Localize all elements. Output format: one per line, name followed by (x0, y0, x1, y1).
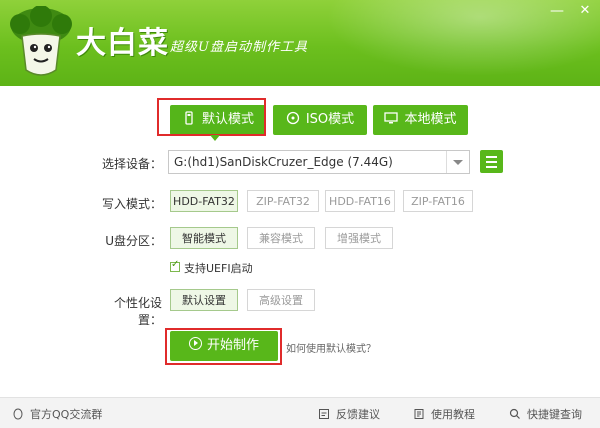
brand-slogan: 超级U盘启动制作工具 (170, 40, 308, 55)
help-default-mode-link[interactable]: 如何使用默认模式？ (286, 340, 376, 355)
chevron-down-icon[interactable] (446, 151, 469, 173)
tab-local-label: 本地模式 (404, 112, 457, 127)
hamburger-menu-icon[interactable] (480, 150, 503, 173)
minimize-button[interactable]: — (546, 2, 568, 20)
close-button[interactable]: ✕ (574, 2, 596, 20)
selected-tab-caret (210, 135, 220, 141)
write-mode-hdd-fat16[interactable]: HDD-FAT16 (325, 190, 395, 212)
footer-qq-label: 官方QQ交流群 (30, 408, 103, 421)
footer-tutorial-label: 使用教程 (431, 408, 475, 421)
footer-qq-group[interactable]: 官方QQ交流群 (12, 406, 102, 422)
start-button-label: 开始制作 (206, 338, 259, 353)
write-mode-zip-fat16[interactable]: ZIP-FAT16 (403, 190, 473, 212)
monitor-icon (384, 112, 399, 124)
device-select-value: G:(hd1)SanDiskCruzer_Edge (7.44G) (174, 155, 393, 169)
device-select[interactable]: G:(hd1)SanDiskCruzer_Edge (7.44G) (168, 150, 470, 174)
partition-enhanced-mode[interactable]: 增强模式 (325, 227, 393, 249)
disc-icon (286, 111, 299, 125)
personalize-default[interactable]: 默认设置 (170, 289, 238, 311)
brand-title: 大白菜 (76, 26, 169, 61)
write-mode-zip-fat32[interactable]: ZIP-FAT32 (247, 190, 319, 212)
tab-local-mode[interactable]: 本地模式 (373, 105, 468, 135)
footer-feedback[interactable]: 反馈建议 (318, 406, 380, 422)
usb-icon (185, 111, 193, 125)
footer-feedback-label: 反馈建议 (336, 408, 380, 421)
uefi-label: 支持UEFI启动 (184, 262, 253, 275)
partition-smart-mode[interactable]: 智能模式 (170, 227, 238, 249)
write-mode-hdd-fat32[interactable]: HDD-FAT32 (170, 190, 238, 212)
title-bar: 大白菜 超级U盘启动制作工具 — ✕ (0, 0, 600, 86)
partition-compat-mode[interactable]: 兼容模式 (247, 227, 315, 249)
footer-tutorial[interactable]: 使用教程 (413, 406, 475, 422)
partition-label: U盘分区： (105, 234, 162, 248)
tab-default-mode[interactable]: 默认模式 (170, 105, 266, 135)
footer-bar: 官方QQ交流群 反馈建议 使用教程 快捷键查询 (0, 397, 600, 428)
cabbage-mascot-logo (10, 6, 72, 76)
play-icon (188, 337, 202, 350)
tab-iso-label: ISO模式 (305, 112, 355, 127)
qq-icon (13, 408, 23, 420)
footer-shortcut-label: 快捷键查询 (527, 408, 582, 421)
write-mode-label: 写入模式： (101, 197, 162, 211)
uefi-checkbox[interactable] (170, 259, 180, 272)
footer-shortcut[interactable]: 快捷键查询 (509, 406, 582, 422)
personalize-label: 个性化设置： (113, 296, 162, 327)
tab-default-label: 默认模式 (201, 112, 254, 127)
start-make-button[interactable]: 开始制作 (170, 331, 278, 361)
tutorial-icon (414, 409, 424, 419)
tab-iso-mode[interactable]: ISO模式 (273, 105, 367, 135)
search-icon (509, 408, 520, 419)
personalize-advanced[interactable]: 高级设置 (247, 289, 315, 311)
device-label: 选择设备： (101, 157, 162, 171)
feedback-icon (319, 409, 329, 419)
